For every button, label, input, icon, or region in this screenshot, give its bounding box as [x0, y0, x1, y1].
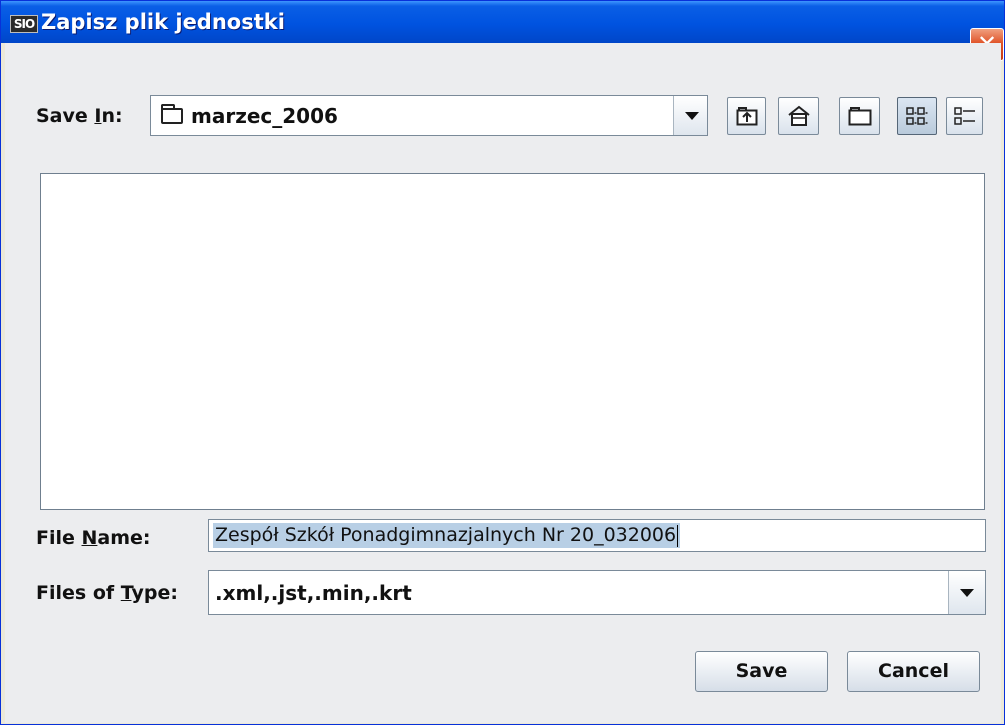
save-in-dropdown-button[interactable] [673, 96, 707, 135]
save-in-value: marzec_2006 [161, 96, 338, 135]
save-in-label: Save In: [36, 105, 123, 127]
text-caret [677, 524, 679, 547]
home-icon [787, 105, 810, 126]
list-view-button[interactable] [897, 97, 937, 135]
files-of-type-dropdown-button[interactable] [948, 571, 985, 614]
dialog-content: Save In: marzec_2006 File Name: Zespół S… [5, 43, 1001, 723]
file-list[interactable] [40, 173, 985, 510]
save-dialog-window: SIO Zapisz plik jednostki ✕ Save In: mar… [0, 0, 1005, 725]
new-folder-button[interactable] [839, 97, 880, 135]
files-of-type-label: Files of Type: [36, 582, 178, 604]
save-button[interactable]: Save [695, 651, 828, 692]
files-of-type-value: .xml,.jst,.min,.krt [215, 580, 412, 605]
new-folder-icon [848, 107, 871, 126]
list-view-icon [906, 107, 928, 125]
file-name-selection: Zespół Szkół Ponadgimnazjalnych Nr 20_03… [213, 523, 681, 548]
up-one-level-button[interactable] [727, 97, 766, 135]
folder-up-icon [736, 107, 757, 126]
details-view-button[interactable] [946, 97, 983, 135]
app-icon: SIO [10, 15, 38, 33]
cancel-button[interactable]: Cancel [847, 651, 980, 692]
title-bar[interactable]: SIO Zapisz plik jednostki [1, 1, 1004, 43]
file-name-label: File Name: [36, 527, 151, 549]
save-in-combo[interactable]: marzec_2006 [150, 95, 708, 136]
home-button[interactable] [778, 97, 819, 135]
folder-icon [161, 103, 183, 124]
window-title: Zapisz plik jednostki [41, 10, 285, 34]
file-name-input[interactable]: Zespół Szkół Ponadgimnazjalnych Nr 20_03… [208, 519, 986, 552]
files-of-type-combo[interactable]: .xml,.jst,.min,.krt [208, 570, 986, 615]
details-view-icon [953, 107, 975, 125]
